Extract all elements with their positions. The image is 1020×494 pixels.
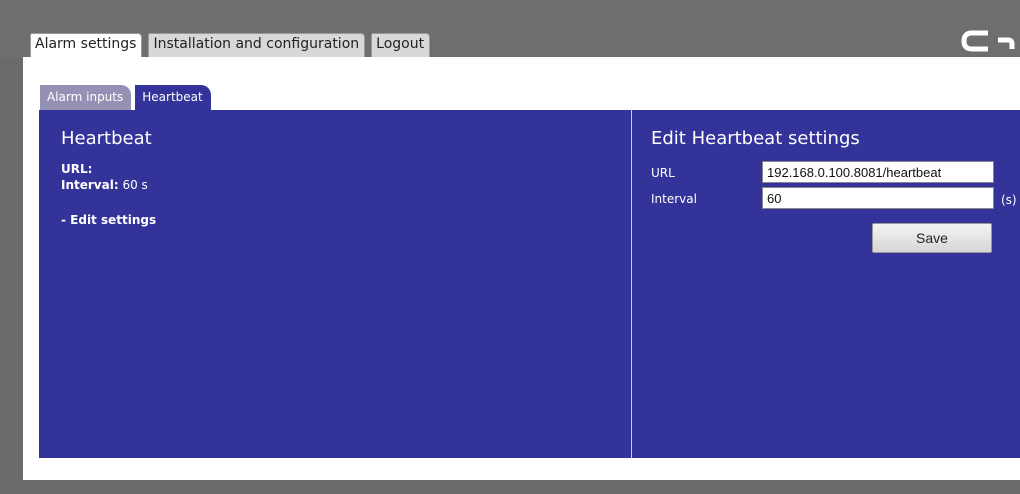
edit-settings-link[interactable]: - Edit settings [61, 213, 156, 227]
main-tab-bar: Alarm settings Installation and configur… [30, 33, 431, 57]
edit-heartbeat-panel: Edit Heartbeat settings URL Interval (s)… [632, 110, 1020, 458]
interval-field-label: Interval [651, 192, 697, 206]
url-info: URL: [61, 162, 92, 176]
sub-tab-bar: Alarm inputs Heartbeat [40, 85, 211, 110]
url-field-label: URL [651, 166, 675, 180]
interval-info-value: 60 s [122, 178, 148, 192]
heartbeat-title: Heartbeat [61, 128, 152, 149]
tab-alarm-settings[interactable]: Alarm settings [30, 33, 143, 57]
footer-strip [0, 480, 1020, 494]
tab-heartbeat[interactable]: Heartbeat [135, 85, 211, 110]
interval-info-label: Interval: [61, 178, 119, 192]
tab-alarm-inputs[interactable]: Alarm inputs [40, 85, 132, 110]
interval-info: Interval: 60 s [61, 178, 148, 192]
tab-installation-configuration[interactable]: Installation and configuration [148, 33, 366, 57]
tab-logout[interactable]: Logout [371, 33, 431, 57]
save-button[interactable]: Save [872, 223, 992, 253]
url-field[interactable] [762, 161, 994, 183]
interval-unit-label: (s) [1001, 193, 1017, 207]
top-header: Alarm settings Installation and configur… [0, 0, 1020, 58]
edit-heartbeat-title: Edit Heartbeat settings [651, 128, 860, 149]
brand-logo-icon [961, 30, 1015, 52]
heartbeat-summary-panel: Heartbeat URL: Interval: 60 s - Edit set… [39, 110, 631, 458]
url-info-label: URL: [61, 162, 93, 176]
interval-field[interactable] [762, 187, 994, 209]
